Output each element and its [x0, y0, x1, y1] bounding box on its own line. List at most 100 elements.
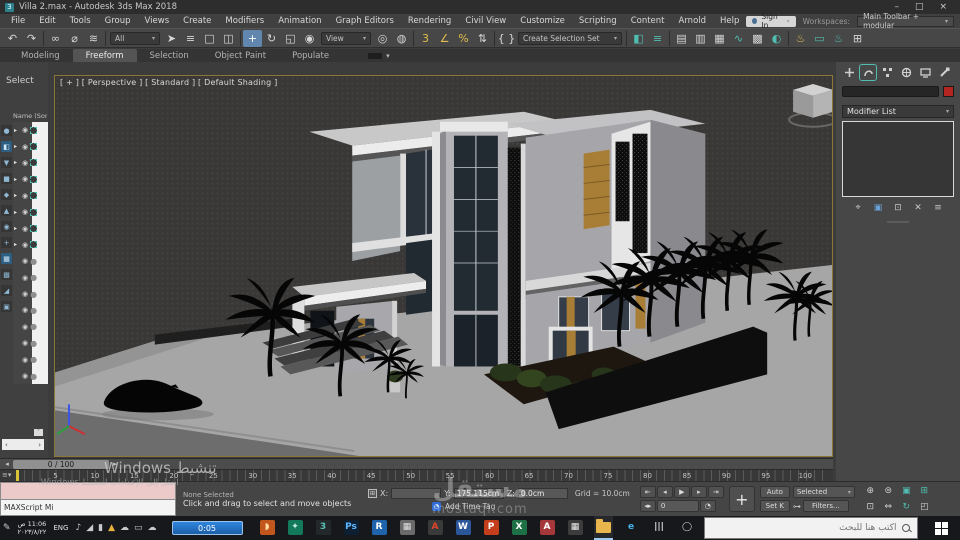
- workspace-selector[interactable]: Main Toolbar + modular ▾: [857, 12, 954, 30]
- display-tab[interactable]: [917, 65, 933, 80]
- ribbon-tab-object-paint[interactable]: Object Paint: [202, 49, 279, 62]
- x-coordinate-field[interactable]: [391, 487, 442, 499]
- explorer-tool-icon[interactable]: ◢: [1, 285, 12, 296]
- selection-filter-dropdown[interactable]: All ▾: [110, 31, 160, 45]
- taskbar-autocad-app[interactable]: A: [426, 516, 445, 540]
- track-bar[interactable]: ≡▾ 5 10 15 20 25 30 35 40 45 50 55 60 65 70 75 80 85 90 95…: [0, 469, 833, 481]
- pin-stack-button[interactable]: ⌖: [852, 203, 865, 213]
- maximize-button[interactable]: □: [915, 2, 924, 12]
- redo-button[interactable]: ↷: [22, 30, 41, 47]
- select-and-rotate-button[interactable]: ↻: [262, 30, 281, 47]
- zoom-all-button[interactable]: ⊜: [880, 484, 897, 499]
- utilities-tab[interactable]: [936, 65, 952, 80]
- maxscript-mini-listener[interactable]: MAXScript Mi: [0, 482, 176, 516]
- select-and-link-button[interactable]: ∞: [46, 30, 65, 47]
- scene-object-row[interactable]: ▸ ◉: [13, 122, 48, 139]
- schematic-view-button[interactable]: ▩: [748, 30, 767, 47]
- network-icon[interactable]: ◢: [86, 523, 93, 533]
- macro-recorder-line[interactable]: [0, 482, 176, 500]
- scene-object-row[interactable]: ▸ ◉: [13, 138, 48, 155]
- explorer-tool-icon[interactable]: ◉: [1, 221, 12, 232]
- hierarchy-tab[interactable]: [879, 65, 895, 80]
- explorer-tool-icon[interactable]: +: [1, 237, 12, 248]
- menu-create[interactable]: Create: [176, 16, 218, 26]
- explorer-tool-icon[interactable]: ◧: [1, 141, 12, 152]
- time-configuration-button[interactable]: ◔: [699, 500, 716, 512]
- key-scope-dropdown[interactable]: Selected ▾: [792, 486, 855, 498]
- scroll-left-icon[interactable]: ‹: [5, 441, 8, 449]
- explorer-tool-icon[interactable]: ▼: [1, 157, 12, 168]
- window-crossing-button[interactable]: ◫: [219, 30, 238, 47]
- render-production-button[interactable]: ♨: [829, 30, 848, 47]
- scene-object-row[interactable]: ▸ ◉: [13, 203, 48, 221]
- scene-object-row[interactable]: ◉ ●: [13, 285, 48, 303]
- ribbon-tab-modeling[interactable]: Modeling: [8, 49, 73, 62]
- scroll-right-icon[interactable]: ›: [38, 441, 41, 449]
- scene-object-row[interactable]: ▸ ◉: [13, 236, 48, 254]
- explorer-tool-icon[interactable]: ▦: [1, 253, 12, 264]
- select-and-scale-button[interactable]: ◱: [281, 30, 300, 47]
- menu-views[interactable]: Views: [138, 16, 177, 26]
- menu-tools[interactable]: Tools: [63, 16, 98, 26]
- taskbar-search[interactable]: [703, 517, 919, 539]
- taskbar-media-app[interactable]: ◗: [258, 516, 277, 540]
- scene-object-row[interactable]: ◉ ●: [13, 302, 48, 319]
- align-button[interactable]: ≡: [648, 30, 667, 47]
- taskbar-green-app[interactable]: ✦: [286, 516, 305, 540]
- unlink-selection-button[interactable]: ⌀: [65, 30, 84, 47]
- set-key-button[interactable]: Set K: [759, 500, 790, 512]
- key-mode-toggle[interactable]: ◂▸: [639, 500, 656, 512]
- menu-edit[interactable]: Edit: [32, 16, 62, 26]
- next-frame-button[interactable]: ▸: [690, 486, 707, 498]
- mini-curve-editor-icon[interactable]: ≡▾: [2, 471, 11, 479]
- bind-to-space-warp-button[interactable]: ≋: [84, 30, 103, 47]
- rendered-frame-window-button[interactable]: ▭: [810, 30, 829, 47]
- select-and-manipulate-button[interactable]: ◍: [392, 30, 411, 47]
- object-name-field[interactable]: [842, 86, 939, 97]
- language-indicator[interactable]: ENG: [53, 524, 68, 532]
- reference-coordinate-system-dropdown[interactable]: View ▾: [321, 31, 371, 45]
- scene-object-row[interactable]: ▸ ◉: [13, 187, 48, 204]
- recorder-timer[interactable]: 0:05: [171, 521, 243, 535]
- set-keys-button[interactable]: +: [728, 486, 755, 512]
- material-editor-button[interactable]: ◐: [767, 30, 786, 47]
- snaps-toggle-button[interactable]: 3: [416, 30, 435, 47]
- current-frame-field[interactable]: 0: [656, 500, 699, 512]
- angle-snap-toggle-button[interactable]: ∠: [435, 30, 454, 47]
- toggle-ribbon-button[interactable]: ▦: [710, 30, 729, 47]
- explorer-h-scrollbar[interactable]: ‹ ›: [2, 439, 44, 450]
- menu-customize[interactable]: Customize: [513, 16, 572, 26]
- curve-editor-button[interactable]: ∿: [729, 30, 748, 47]
- ribbon-minimize-button[interactable]: ▾: [368, 49, 390, 62]
- render-setup-button[interactable]: ♨: [791, 30, 810, 47]
- zoom-button[interactable]: ⊕: [862, 484, 879, 499]
- play-button[interactable]: ▶: [673, 486, 690, 498]
- percent-snap-toggle-button[interactable]: %: [454, 30, 473, 47]
- pen-icon[interactable]: ✎: [3, 523, 11, 533]
- taskbar-edge-app[interactable]: e: [622, 516, 641, 540]
- menu-file[interactable]: File: [4, 16, 32, 26]
- sign-in-button[interactable]: Sign In ▾: [746, 12, 796, 30]
- scene-object-row[interactable]: ▸ ◉: [13, 220, 48, 237]
- taskbar-cortana-app[interactable]: ◯: [678, 516, 697, 540]
- edit-named-selection-sets-button[interactable]: { }: [497, 30, 516, 47]
- explorer-tool-icon[interactable]: ▩: [1, 269, 12, 280]
- menu-group[interactable]: Group: [98, 16, 138, 26]
- explorer-tool-icon[interactable]: ■: [1, 173, 12, 184]
- taskbar-task-view-app[interactable]: |||: [650, 516, 669, 540]
- taskbar-word-app[interactable]: W: [454, 516, 473, 540]
- time-slider[interactable]: ◂ 0 / 100 ▸: [0, 458, 833, 469]
- ribbon-tab-freeform[interactable]: Freeform: [72, 49, 137, 62]
- toggle-scene-explorer-button[interactable]: ▤: [672, 30, 691, 47]
- modify-tab[interactable]: [859, 64, 877, 81]
- menu-scripting[interactable]: Scripting: [572, 16, 624, 26]
- viewport-label[interactable]: [ + ] [ Perspective ] [ Standard ] [ Def…: [60, 78, 277, 87]
- explorer-tool-icon[interactable]: ▣: [1, 301, 12, 312]
- auto-key-button[interactable]: Auto: [759, 486, 790, 498]
- named-selection-sets-dropdown[interactable]: Create Selection Set ▾: [518, 31, 622, 45]
- menu-rendering[interactable]: Rendering: [401, 16, 458, 26]
- use-pivot-point-center-button[interactable]: ◎: [373, 30, 392, 47]
- cloud-icon[interactable]: ☁: [148, 523, 157, 533]
- menu-arnold[interactable]: Arnold: [672, 16, 714, 26]
- taskbar-file-explorer-app[interactable]: [593, 516, 613, 540]
